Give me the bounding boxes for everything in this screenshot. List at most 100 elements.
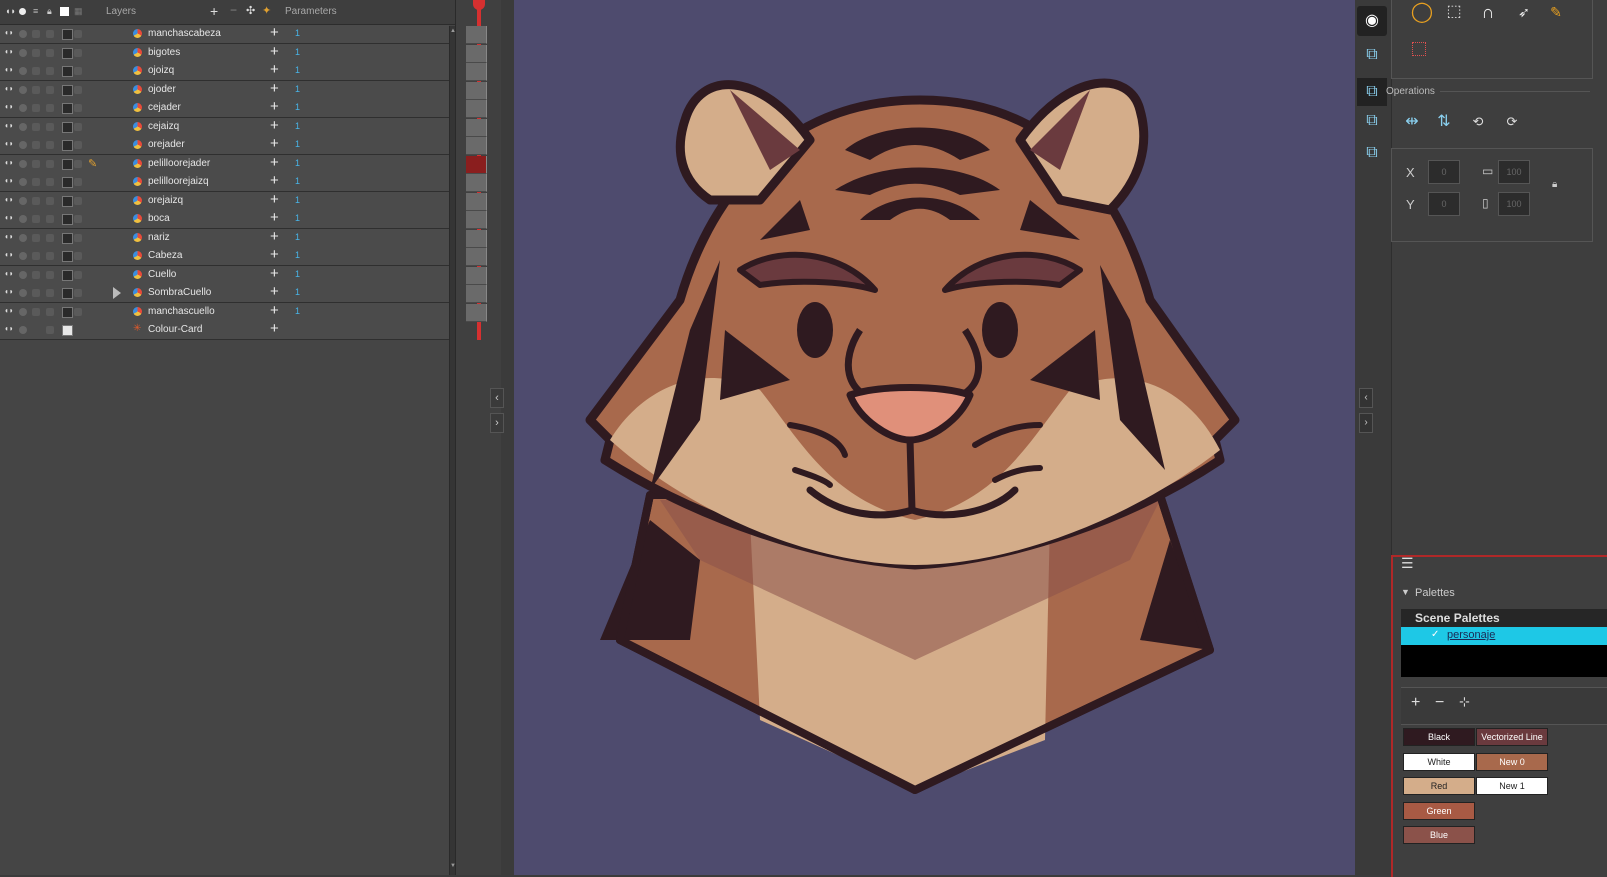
visibility-toggle-icon[interactable]: ◖◗ (4, 287, 14, 296)
visibility-toggle-icon[interactable]: ◖◗ (4, 176, 14, 185)
checkmark-icon[interactable]: ✓ (1431, 629, 1439, 640)
solo-toggle-icon[interactable] (19, 159, 27, 168)
layer-row[interactable]: ◖◗ nariz +1 (0, 228, 449, 248)
visibility-icon[interactable]: ◖◗ (5, 6, 16, 16)
stack-toggle-icon[interactable] (32, 159, 40, 168)
add-function-icon[interactable]: + (270, 210, 279, 225)
color-swatch[interactable]: Red (1403, 777, 1475, 795)
layer-row[interactable]: ◖◗ manchascuello +1 (0, 302, 449, 322)
timeline-frame-cell[interactable] (466, 248, 487, 266)
layers-l-icon[interactable]: ⧉ (1357, 78, 1387, 106)
add-layer-icon[interactable]: + (210, 3, 220, 19)
lock-toggle-icon[interactable] (46, 30, 54, 38)
lock-ratio-icon[interactable]: 🔒︎ (1552, 179, 1557, 190)
layer-color-swatch[interactable] (62, 158, 73, 170)
timeline-frame-cell[interactable] (466, 118, 487, 137)
timeline-frame-cell[interactable] (466, 285, 487, 303)
lock-toggle-icon[interactable] (46, 307, 54, 316)
color-swatch[interactable]: White (1403, 752, 1475, 771)
solo-toggle-icon[interactable] (19, 215, 27, 223)
solo-icon[interactable] (19, 8, 26, 15)
stack-toggle-icon[interactable] (32, 233, 40, 242)
stack-toggle-icon[interactable] (32, 215, 40, 223)
lock-toggle-icon[interactable] (46, 252, 54, 260)
stack-toggle-icon[interactable] (32, 104, 40, 112)
add-function-icon[interactable]: + (270, 99, 279, 114)
timeline-frame-cell[interactable] (466, 137, 487, 155)
layer-row[interactable]: ◖◗ ojoizq +1 (0, 62, 449, 81)
visibility-toggle-icon[interactable]: ◖◗ (4, 306, 14, 315)
stack-toggle-icon[interactable] (32, 48, 40, 57)
timeline[interactable]: ‹ › (455, 0, 504, 875)
lock-toggle-icon[interactable] (46, 289, 54, 297)
flip-horizontal-icon[interactable]: ⇹ (1400, 110, 1424, 134)
layer-color-swatch[interactable] (62, 251, 73, 262)
layers-o-icon[interactable]: ⧉ (1359, 46, 1385, 70)
layer-color-swatch[interactable] (62, 121, 73, 133)
stack-toggle-icon[interactable] (32, 141, 40, 149)
add-function-icon[interactable]: + (270, 192, 279, 207)
timeline-frame-cell[interactable] (466, 266, 487, 285)
toolbar-collapse-right[interactable]: › (1359, 413, 1373, 433)
lock-toggle-icon[interactable] (46, 85, 54, 94)
stack-toggle-icon[interactable] (32, 307, 40, 316)
lock-toggle-icon[interactable] (46, 215, 54, 223)
visibility-toggle-icon[interactable]: ◖◗ (4, 28, 14, 37)
marquee-icon[interactable]: ⬚ (1442, 0, 1466, 24)
stack-toggle-icon[interactable] (32, 252, 40, 260)
timeline-frame-cell[interactable] (466, 211, 487, 229)
visibility-toggle-icon[interactable]: ◖◗ (4, 195, 14, 204)
stack-toggle-icon[interactable] (32, 85, 40, 94)
solo-toggle-icon[interactable] (19, 326, 27, 334)
add-function-icon[interactable]: + (270, 247, 279, 262)
eye-view-icon[interactable]: ◉ (1357, 6, 1387, 36)
lock-toggle-icon[interactable] (46, 326, 54, 334)
palette-item-personaje[interactable]: ✓ personaje (1401, 627, 1607, 645)
add-function-icon[interactable]: + (270, 266, 279, 281)
layer-color-swatch[interactable] (62, 195, 73, 207)
visibility-toggle-icon[interactable]: ◖◗ (4, 139, 14, 148)
timeline-frame-cell[interactable] (466, 100, 487, 118)
stack-toggle-icon[interactable] (32, 122, 40, 131)
lock-toggle-icon[interactable] (46, 233, 54, 242)
lock-toggle-icon[interactable] (46, 196, 54, 205)
solo-toggle-icon[interactable] (19, 141, 27, 149)
layer-row[interactable]: ◖◗ orejader +1 (0, 136, 449, 155)
add-function-icon[interactable]: + (270, 155, 279, 170)
layer-type-icon[interactable]: ▦ (74, 6, 84, 16)
lock-toggle-icon[interactable] (46, 270, 54, 279)
layer-color-swatch[interactable] (62, 29, 73, 40)
expand-triangle-icon[interactable] (113, 287, 121, 299)
stack-toggle-icon[interactable] (32, 196, 40, 205)
palettes-collapse-icon[interactable]: ▼ (1401, 587, 1410, 597)
solo-toggle-icon[interactable] (19, 289, 27, 297)
solo-toggle-icon[interactable] (19, 196, 27, 205)
solo-toggle-icon[interactable] (19, 270, 27, 279)
layer-color-swatch[interactable] (62, 214, 73, 225)
add-peg-icon[interactable]: ✣ (246, 4, 256, 17)
layers-u-icon[interactable]: ⧉ (1359, 144, 1385, 168)
layer-color-swatch[interactable] (62, 177, 73, 188)
lock-toggle-icon[interactable] (46, 122, 54, 131)
color-swatch[interactable]: Vectorized Line (1476, 728, 1548, 746)
layer-row[interactable]: ◖◗ orejaizq +1 (0, 191, 449, 211)
permanent-selection-icon[interactable] (1412, 42, 1426, 56)
height-field[interactable]: 100 (1498, 192, 1530, 216)
playhead-handle[interactable] (473, 0, 485, 10)
color-swatch[interactable]: New 1 (1476, 777, 1548, 795)
timeline-frame-cell[interactable] (466, 303, 487, 322)
add-function-icon[interactable]: + (270, 81, 279, 96)
solo-toggle-icon[interactable] (19, 30, 27, 38)
layer-row[interactable]: ◖◗ manchascabeza +1 (0, 25, 449, 44)
x-field[interactable]: 0 (1428, 160, 1460, 184)
add-function-icon[interactable]: + (270, 118, 279, 133)
select-paint-icon[interactable]: ✎ (1544, 0, 1568, 24)
color-swatch[interactable]: Black (1403, 728, 1475, 746)
y-field[interactable]: 0 (1428, 192, 1460, 216)
flip-vertical-icon[interactable]: ⇅ (1432, 110, 1456, 134)
solo-toggle-icon[interactable] (19, 122, 27, 131)
visibility-toggle-icon[interactable]: ◖◗ (4, 121, 14, 130)
width-field[interactable]: 100 (1498, 160, 1530, 184)
stack-toggle-icon[interactable] (32, 67, 40, 75)
layer-color-swatch[interactable] (62, 232, 73, 244)
